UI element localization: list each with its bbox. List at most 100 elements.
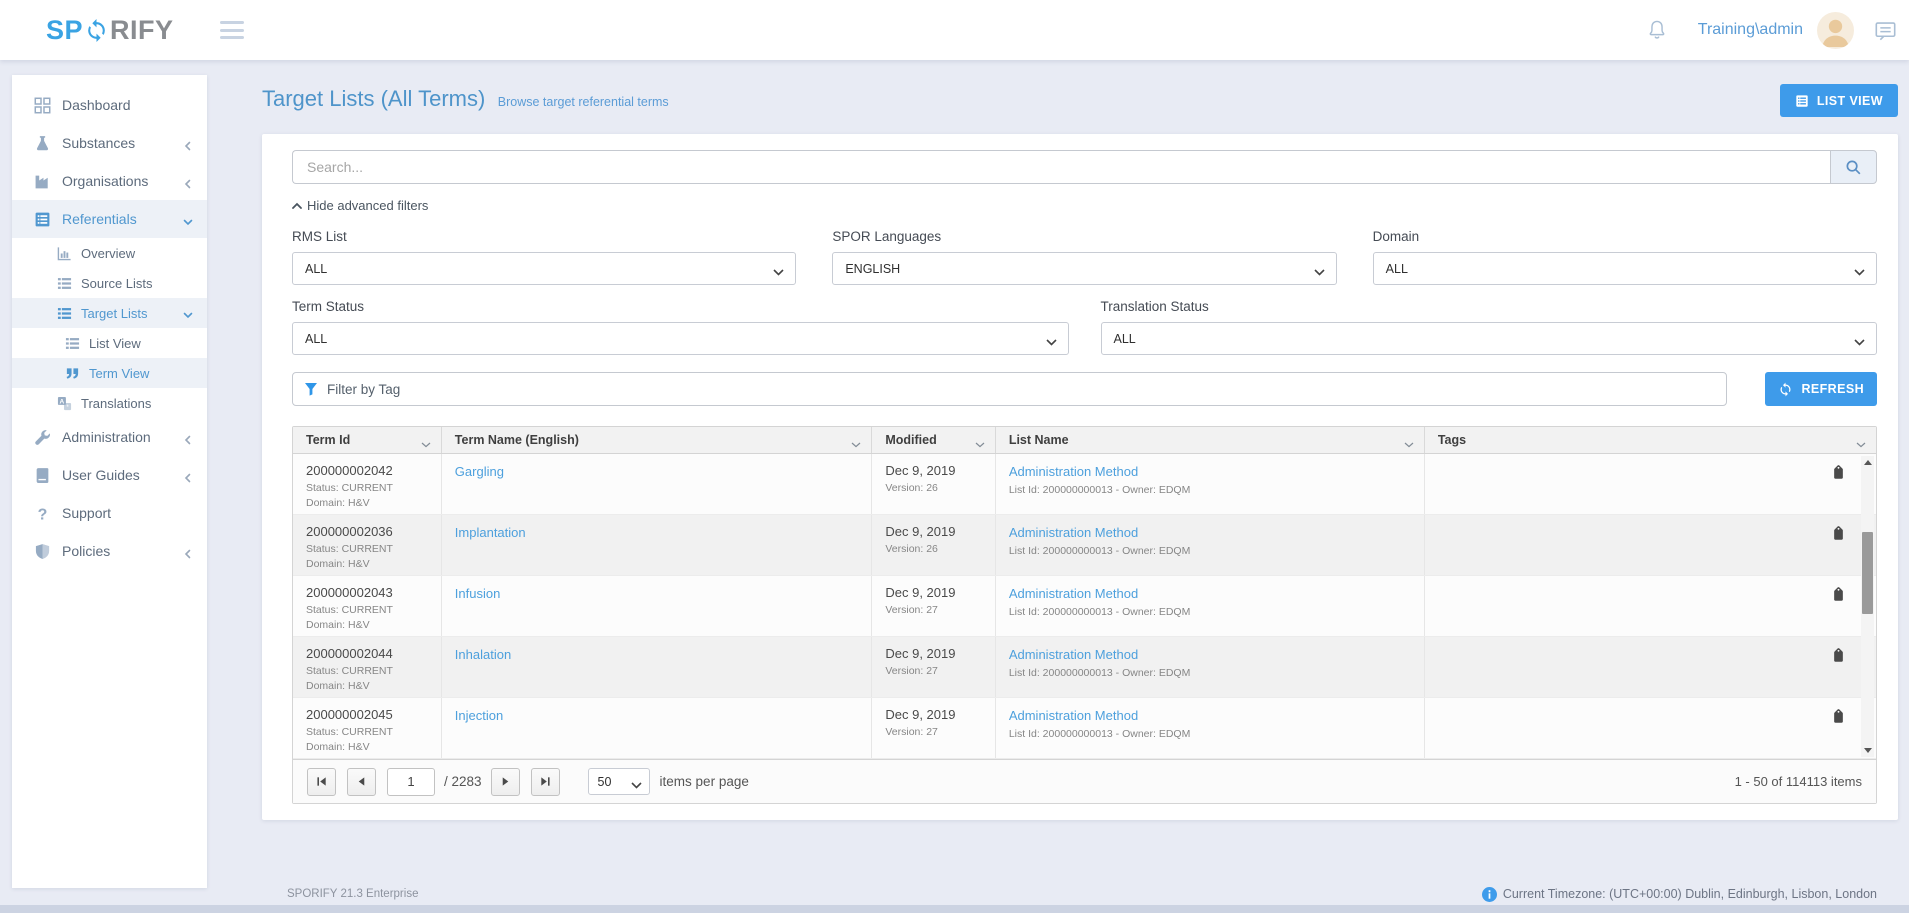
sidebar-item-list-view[interactable]: List View xyxy=(12,328,207,358)
table-scrollbar[interactable] xyxy=(1861,456,1874,757)
sidebar-item-substances[interactable]: Substances xyxy=(12,124,207,162)
term-name-link[interactable]: Gargling xyxy=(455,464,504,479)
feedback-comment-icon[interactable] xyxy=(1874,19,1897,42)
modified-date: Dec 9, 2019 xyxy=(885,524,986,539)
list-name-link[interactable]: Administration Method xyxy=(1009,464,1138,479)
column-header-term-name-english-[interactable]: Term Name (English) xyxy=(442,427,873,453)
sidebar-item-label: Overview xyxy=(81,246,135,261)
column-header-label: Term Name (English) xyxy=(455,433,579,447)
term-name-link[interactable]: Infusion xyxy=(455,586,501,601)
domain-select[interactable]: ALL xyxy=(1373,252,1877,285)
info-icon xyxy=(1482,887,1497,902)
tag-icon[interactable] xyxy=(1831,649,1846,697)
tag-icon[interactable] xyxy=(1831,466,1846,514)
modified-cell: Dec 9, 2019Version: 26 xyxy=(872,515,995,575)
term-status-select[interactable]: ALL xyxy=(292,322,1069,355)
user-avatar[interactable] xyxy=(1817,12,1854,49)
sidebar-item-administration[interactable]: Administration xyxy=(12,418,207,456)
list-name-cell: Administration Method List Id: 2000000000… xyxy=(996,637,1425,697)
column-header-term-id[interactable]: Term Id xyxy=(293,427,442,453)
filter-domain: DomainALL xyxy=(1373,229,1877,285)
column-header-list-name[interactable]: List Name xyxy=(996,427,1425,453)
filter-by-tag-input[interactable] xyxy=(292,372,1727,406)
first-page-button[interactable] xyxy=(307,768,336,796)
column-menu-chevron-icon[interactable] xyxy=(1404,437,1414,443)
scroll-down-arrow-icon[interactable] xyxy=(1861,744,1874,757)
term-name-link[interactable]: Inhalation xyxy=(455,647,511,662)
username[interactable]: Training\admin xyxy=(1698,21,1803,39)
items-per-page-label: items per page xyxy=(660,774,749,789)
translation-status-select[interactable]: ALL xyxy=(1101,322,1878,355)
bottom-strip xyxy=(0,905,1909,913)
sidebar-item-user-guides[interactable]: User Guides xyxy=(12,456,207,494)
prev-page-button[interactable] xyxy=(347,768,376,796)
logo-sync-icon xyxy=(84,18,109,43)
column-menu-chevron-icon[interactable] xyxy=(421,437,431,443)
page-title: Target Lists (All Terms) xyxy=(262,86,485,111)
filters-and-grid-card: Hide advanced filters RMS ListALLSPOR La… xyxy=(262,134,1898,820)
column-menu-chevron-icon[interactable] xyxy=(1856,437,1866,443)
list-name-link[interactable]: Administration Method xyxy=(1009,647,1138,662)
scrollbar-thumb[interactable] xyxy=(1862,532,1873,614)
sidebar-item-organisations[interactable]: Organisations xyxy=(12,162,207,200)
tag-icon[interactable] xyxy=(1831,527,1846,575)
list-icon xyxy=(57,306,72,321)
tag-icon[interactable] xyxy=(1831,588,1846,636)
modified-date: Dec 9, 2019 xyxy=(885,463,986,478)
filter-term-status: Term StatusALL xyxy=(292,299,1069,355)
scroll-up-arrow-icon[interactable] xyxy=(1861,456,1874,469)
svg-text:?: ? xyxy=(38,506,48,522)
modified-version: Version: 27 xyxy=(885,604,986,616)
sidebar-item-overview[interactable]: Overview xyxy=(12,238,207,268)
total-pages-label: / 2283 xyxy=(444,774,482,789)
referentials-icon xyxy=(34,211,51,228)
sidebar-item-referentials[interactable]: Referentials xyxy=(12,200,207,238)
spor-languages-select[interactable]: ENGLISH xyxy=(832,252,1336,285)
sidebar-item-policies[interactable]: Policies xyxy=(12,532,207,570)
list-name-link[interactable]: Administration Method xyxy=(1009,586,1138,601)
avatar-person-icon xyxy=(1817,12,1854,49)
list-info: List Id: 200000000013 - Owner: EDQM xyxy=(1009,545,1416,557)
list-info: List Id: 200000000013 - Owner: EDQM xyxy=(1009,667,1416,679)
sidebar-item-translations[interactable]: A*Translations xyxy=(12,388,207,418)
term-name-link[interactable]: Implantation xyxy=(455,525,526,540)
sidebar-item-support[interactable]: ? Support xyxy=(12,494,207,532)
column-menu-chevron-icon[interactable] xyxy=(975,437,985,443)
list-view-button[interactable]: LIST VIEW xyxy=(1780,84,1898,117)
search-input[interactable] xyxy=(292,150,1830,184)
sporify-logo[interactable]: SP RIFY xyxy=(46,15,174,46)
sidebar-item-target-lists[interactable]: Target Lists xyxy=(12,298,207,328)
list-name-link[interactable]: Administration Method xyxy=(1009,708,1138,723)
factory-icon xyxy=(34,173,51,190)
page-size-select[interactable]: 50 xyxy=(588,768,650,795)
list-name-link[interactable]: Administration Method xyxy=(1009,525,1138,540)
list-info: List Id: 200000000013 - Owner: EDQM xyxy=(1009,606,1416,618)
tags-cell xyxy=(1425,454,1876,514)
chevron-left-icon xyxy=(183,470,193,480)
term-name-link[interactable]: Injection xyxy=(455,708,503,723)
column-header-modified[interactable]: Modified xyxy=(872,427,995,453)
sidebar-item-dashboard[interactable]: Dashboard xyxy=(12,86,207,124)
term-status: Status: CURRENT xyxy=(306,543,433,555)
page-number-input[interactable] xyxy=(387,768,435,796)
sidebar-item-term-view[interactable]: Term View xyxy=(12,358,207,388)
refresh-button[interactable]: REFRESH xyxy=(1765,372,1877,406)
select-value: ALL xyxy=(305,332,327,346)
sidebar-item-label: Administration xyxy=(62,429,151,445)
sidebar-item-label: Support xyxy=(62,505,111,521)
rms-list-select[interactable]: ALL xyxy=(292,252,796,285)
search-button[interactable] xyxy=(1830,150,1877,184)
column-header-tags[interactable]: Tags xyxy=(1425,427,1876,453)
filter-rms-list: RMS ListALL xyxy=(292,229,796,285)
hide-advanced-filters-toggle[interactable]: Hide advanced filters xyxy=(292,198,428,213)
notifications-bell-icon[interactable] xyxy=(1646,18,1668,42)
hamburger-menu-icon[interactable] xyxy=(220,21,244,39)
column-menu-chevron-icon[interactable] xyxy=(851,437,861,443)
next-page-button[interactable] xyxy=(491,768,520,796)
term-id: 200000002045 xyxy=(306,707,433,722)
sidebar-item-source-lists[interactable]: Source Lists xyxy=(12,268,207,298)
last-page-button[interactable] xyxy=(531,768,560,796)
column-header-label: Modified xyxy=(885,433,936,447)
tag-icon[interactable] xyxy=(1831,710,1846,758)
bar-chart-icon xyxy=(57,246,72,261)
